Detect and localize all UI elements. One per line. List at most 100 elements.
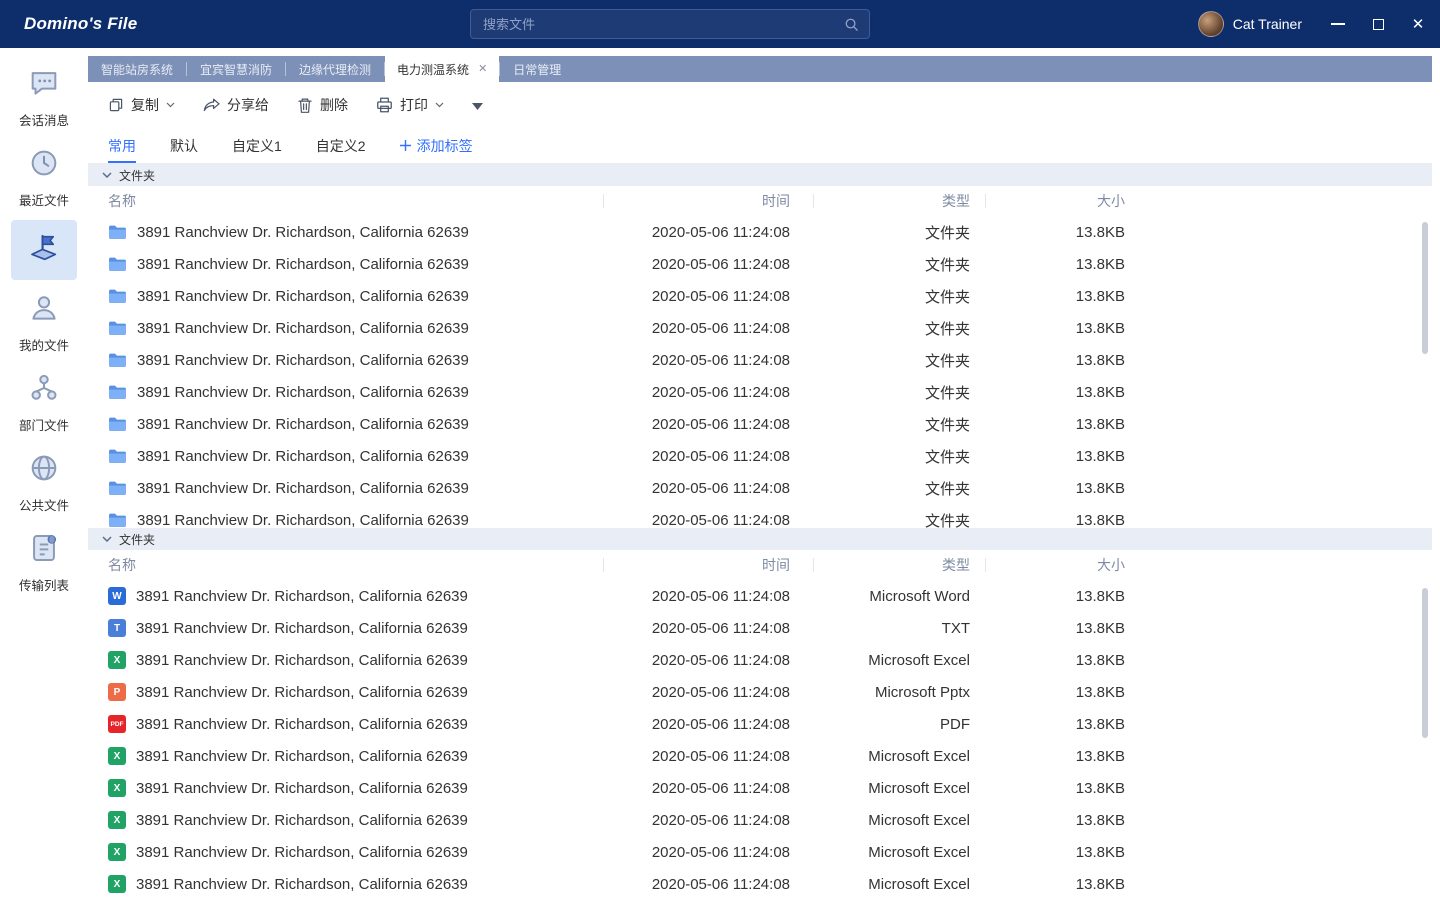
file-type: PDF	[790, 716, 970, 733]
sidebar-item-messages[interactable]: 会话消息	[6, 60, 82, 135]
sidebar-item-label: 最近文件	[19, 190, 69, 209]
header-divider	[985, 194, 986, 208]
document-tab[interactable]: 边缘代理检测	[286, 56, 384, 82]
file-name: 3891 Ranchview Dr. Richardson, Californi…	[137, 384, 469, 401]
file-size: 13.8KB	[970, 416, 1125, 433]
table-row[interactable]: 3891 Ranchview Dr. Richardson, Californi…	[88, 248, 1432, 280]
table-header: 名称 时间 类型 大小	[88, 186, 1432, 216]
document-tab[interactable]: 宜宾智慧消防	[187, 56, 285, 82]
file-type: 文件夹	[790, 222, 970, 243]
scrollbar-thumb[interactable]	[1422, 222, 1428, 354]
table-row[interactable]: X 3891 Ranchview Dr. Richardson, Califor…	[88, 836, 1432, 868]
file-type: 文件夹	[790, 414, 970, 435]
table-row[interactable]: 3891 Ranchview Dr. Richardson, Californi…	[88, 344, 1432, 376]
table-row[interactable]: X 3891 Ranchview Dr. Richardson, Califor…	[88, 740, 1432, 772]
table-row[interactable]: 3891 Ranchview Dr. Richardson, Californi…	[88, 504, 1432, 528]
sidebar-item-public-files[interactable]: 公共文件	[6, 445, 82, 520]
sidebar-item-recent-files[interactable]: 最近文件	[6, 140, 82, 215]
column-header-type[interactable]: 类型	[790, 191, 970, 211]
table-row[interactable]: 3891 Ranchview Dr. Richardson, Californi…	[88, 472, 1432, 504]
table-row[interactable]: X 3891 Ranchview Dr. Richardson, Califor…	[88, 868, 1432, 900]
filter-tab[interactable]: 常用	[108, 128, 136, 163]
sidebar-item-label: 传输列表	[19, 575, 69, 594]
column-header-size[interactable]: 大小	[970, 191, 1125, 211]
sidebar-item-label: 部门文件	[19, 415, 69, 434]
filter-tab[interactable]: 自定义1	[232, 128, 282, 163]
file-type: Microsoft Excel	[790, 652, 970, 669]
table-row[interactable]: 3891 Ranchview Dr. Richardson, Californi…	[88, 280, 1432, 312]
table-row[interactable]: X 3891 Ranchview Dr. Richardson, Califor…	[88, 772, 1432, 804]
sidebar-item-my-files[interactable]: 我的文件	[6, 285, 82, 360]
document-tab[interactable]: 智能站房系统	[88, 56, 186, 82]
file-time: 2020-05-06 11:24:08	[580, 448, 790, 465]
table-row[interactable]: X 3891 Ranchview Dr. Richardson, Califor…	[88, 804, 1432, 836]
sidebar: 会话消息最近文件我的文件部门文件公共文件0传输列表	[0, 48, 88, 900]
add-tag-button[interactable]: 添加标签	[400, 128, 473, 163]
filter-tabs: 常用 默认 自定义1 自定义2 添加标签	[88, 128, 1432, 164]
excel-icon: X	[108, 779, 126, 797]
minimize-button[interactable]	[1330, 16, 1346, 32]
file-time: 2020-05-06 11:24:08	[580, 588, 790, 605]
copy-button[interactable]: 复制	[108, 95, 175, 115]
table-header: 名称 时间 类型 大小	[88, 550, 1432, 580]
section-collapse-header[interactable]: 文件夹	[88, 528, 1432, 550]
document-tab[interactable]: 电力测温系统 ✕	[385, 56, 499, 82]
filter-tab-label: 自定义1	[232, 136, 282, 156]
print-button[interactable]: 打印	[376, 95, 444, 115]
section-title: 文件夹	[119, 531, 155, 548]
column-header-size[interactable]: 大小	[970, 555, 1125, 575]
close-button[interactable]: ✕	[1410, 16, 1426, 32]
file-size: 13.8KB	[970, 684, 1125, 701]
table-row[interactable]: 3891 Ranchview Dr. Richardson, Californi…	[88, 216, 1432, 248]
table-row[interactable]: 3891 Ranchview Dr. Richardson, Californi…	[88, 440, 1432, 472]
file-name: 3891 Ranchview Dr. Richardson, Californi…	[137, 288, 469, 305]
section-collapse-header[interactable]: 文件夹	[88, 164, 1432, 186]
file-type: Microsoft Excel	[790, 876, 970, 893]
header-divider	[603, 558, 604, 572]
column-header-time[interactable]: 时间	[580, 191, 790, 211]
share-button[interactable]: 分享给	[203, 95, 269, 115]
toolbar: 复制 分享给 删除 打印	[88, 82, 1432, 128]
file-size: 13.8KB	[970, 288, 1125, 305]
section-title: 文件夹	[119, 167, 155, 184]
more-dropdown-button[interactable]	[472, 97, 483, 113]
table-row[interactable]: PDF 3891 Ranchview Dr. Richardson, Calif…	[88, 708, 1432, 740]
table-row[interactable]: T 3891 Ranchview Dr. Richardson, Califor…	[88, 612, 1432, 644]
file-time: 2020-05-06 11:24:08	[580, 876, 790, 893]
document-tab[interactable]: 日常管理	[500, 56, 574, 82]
column-header-name[interactable]: 名称	[108, 555, 580, 575]
scrollbar-thumb[interactable]	[1422, 588, 1428, 738]
table-row[interactable]: P 3891 Ranchview Dr. Richardson, Califor…	[88, 676, 1432, 708]
file-name: 3891 Ranchview Dr. Richardson, Californi…	[136, 844, 468, 861]
tab-label: 宜宾智慧消防	[200, 61, 272, 78]
column-header-name[interactable]: 名称	[108, 191, 580, 211]
table-row[interactable]: W 3891 Ranchview Dr. Richardson, Califor…	[88, 580, 1432, 612]
file-type: TXT	[790, 620, 970, 637]
ppt-icon: P	[108, 683, 126, 701]
file-time: 2020-05-06 11:24:08	[580, 780, 790, 797]
table-row[interactable]: 3891 Ranchview Dr. Richardson, Californi…	[88, 408, 1432, 440]
sidebar-item-all-files[interactable]	[11, 220, 77, 280]
filter-tab-label: 常用	[108, 136, 136, 156]
maximize-button[interactable]	[1370, 16, 1386, 32]
filter-tab[interactable]: 自定义2	[316, 128, 366, 163]
search-icon[interactable]	[844, 17, 859, 32]
delete-button[interactable]: 删除	[297, 95, 348, 115]
folder-icon	[108, 256, 127, 272]
column-header-type[interactable]: 类型	[790, 555, 970, 575]
folder-icon	[108, 480, 127, 496]
titlebar: Domino's File Cat Trainer ✕	[0, 0, 1440, 48]
table-row[interactable]: 3891 Ranchview Dr. Richardson, Californi…	[88, 312, 1432, 344]
user-menu[interactable]: Cat Trainer	[1198, 0, 1302, 48]
file-name: 3891 Ranchview Dr. Richardson, Californi…	[137, 352, 469, 369]
filter-tab[interactable]: 默认	[170, 128, 198, 163]
search-input[interactable]	[471, 17, 844, 32]
sidebar-item-department-files[interactable]: 部门文件	[6, 365, 82, 440]
close-tab-icon[interactable]: ✕	[478, 64, 487, 75]
sidebar-item-transfer-list[interactable]: 0传输列表	[6, 525, 82, 600]
table-row[interactable]: X 3891 Ranchview Dr. Richardson, Califor…	[88, 644, 1432, 676]
tab-label: 电力测温系统	[397, 61, 469, 78]
folder-icon	[108, 288, 127, 304]
table-row[interactable]: 3891 Ranchview Dr. Richardson, Californi…	[88, 376, 1432, 408]
column-header-time[interactable]: 时间	[580, 555, 790, 575]
